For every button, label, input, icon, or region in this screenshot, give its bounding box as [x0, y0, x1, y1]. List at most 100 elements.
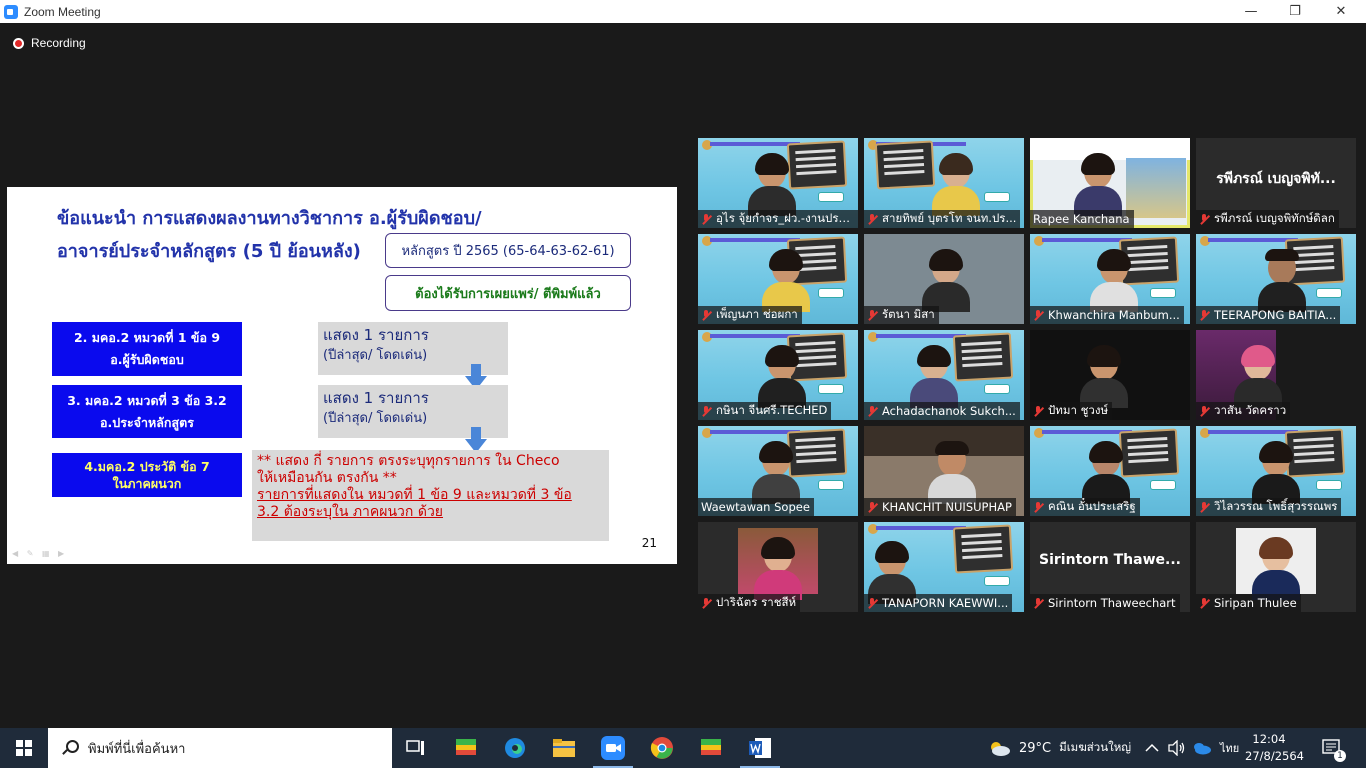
participant-tile[interactable]: รพีภรณ์ เบญจพิทั... รพีภรณ์ เบญจพิทักษ์ด…: [1196, 138, 1356, 228]
recording-indicator[interactable]: Recording: [13, 36, 86, 50]
input-language-indicator[interactable]: ไทย: [1220, 728, 1239, 768]
participant-name: คณิน อั๋นประเสริฐ: [1048, 499, 1136, 513]
chevron-up-icon[interactable]: [1145, 728, 1159, 768]
start-button[interactable]: [0, 728, 48, 768]
bluestacks-icon[interactable]: [454, 736, 478, 760]
participant-display-name: Sirintorn Thawe...: [1039, 552, 1181, 568]
mic-muted-icon: [701, 213, 711, 225]
sticker-decoration: [818, 288, 844, 298]
mic-muted-icon: [1199, 597, 1209, 609]
cloud-icon: [991, 742, 1010, 756]
participant-name: วิไลวรรณ โพธิ์สุวรรณพร: [1214, 499, 1338, 513]
participant-tile[interactable]: Waewtawan Sopee: [698, 426, 858, 516]
item-box-2: 3. มคอ.2 หมวดที่ 3 ข้อ 3.2 อ.ประจำหลักสู…: [52, 385, 242, 438]
participant-tile[interactable]: Sirintorn Thawe... Sirintorn Thaweechart: [1030, 522, 1190, 612]
clock-time: 12:04: [1252, 732, 1286, 746]
participant-name-bar: Sirintorn Thaweechart: [1030, 594, 1180, 612]
participant-name-bar: TEERAPONG BAITIA...: [1196, 306, 1341, 324]
participant-tile[interactable]: วาสัน วัดคราว: [1196, 330, 1356, 420]
participant-tile-active-speaker[interactable]: Rapee Kanchana: [1030, 138, 1190, 228]
mic-muted-icon: [1033, 597, 1043, 609]
onedrive-icon[interactable]: [1192, 728, 1212, 768]
participant-video: [758, 345, 806, 408]
file-explorer-icon[interactable]: [552, 736, 576, 760]
speaker-icon[interactable]: [1168, 728, 1186, 768]
note-line2: ให้เหมือนกัน ตรงกัน **: [257, 470, 397, 486]
participant-tile[interactable]: สายทิพย์ บุตรโท จนท.ปร...: [864, 138, 1024, 228]
item-box-1-line1: 2. มคอ.2 หมวดที่ 1 ข้อ 9: [73, 330, 221, 345]
item-box-3: 4.มคอ.2 ประวัติ ข้อ 7 ในภาคผนวก: [52, 453, 242, 497]
participant-name: รัตนา มิสา: [882, 307, 935, 321]
participant-tile[interactable]: เพ็ญนภา ช่อผกา: [698, 234, 858, 324]
note-line3: รายการที่แสดงใน หมวดที่ 1 ข้อ 9 และหมวดท…: [257, 487, 572, 503]
restore-button[interactable]: ❐: [1272, 0, 1318, 23]
participant-tile[interactable]: คณิน อั๋นประเสริฐ: [1030, 426, 1190, 516]
taskbar-clock[interactable]: 12:04 27/8/2564: [1245, 731, 1304, 765]
mic-muted-icon: [1033, 405, 1043, 417]
participant-tile[interactable]: กษินา จีนศรี.TECHED: [698, 330, 858, 420]
item-box-3-line2: ในภาคผนวก: [112, 476, 182, 491]
participant-tile[interactable]: วิไลวรรณ โพธิ์สุวรรณพร: [1196, 426, 1356, 516]
sticker-decoration: [818, 384, 844, 394]
participant-tile[interactable]: TANAPORN KAEWWI...: [864, 522, 1024, 612]
participant-tile[interactable]: ปาริฉัตร ราชสีห์: [698, 522, 858, 612]
sticker-decoration: [1150, 288, 1176, 298]
participant-name: Rapee Kanchana: [1033, 212, 1130, 226]
edge-icon[interactable]: [503, 736, 527, 760]
item-box-2-line1: 3. มคอ.2 หมวดที่ 3 ข้อ 3.2: [67, 392, 227, 408]
participant-name: TANAPORN KAEWWI...: [882, 596, 1009, 610]
sticker-decoration: [984, 384, 1010, 394]
mic-muted-icon: [701, 597, 711, 609]
participant-name-bar: TANAPORN KAEWWI...: [864, 594, 1013, 612]
participant-tile[interactable]: TEERAPONG BAITIA...: [1196, 234, 1356, 324]
taskbar-search-box[interactable]: พิมพ์ที่นี่เพื่อค้นหา: [48, 728, 392, 768]
participant-tile[interactable]: ปัทมา ชูวงษ์: [1030, 330, 1190, 420]
minimize-button[interactable]: —: [1228, 0, 1274, 23]
mic-muted-icon: [1199, 405, 1209, 417]
participant-name: เพ็ญนภา ช่อผกา: [716, 307, 798, 321]
participant-name-bar: สายทิพย์ บุตรโท จนท.ปร...: [864, 210, 1021, 228]
item-box-2-line2: อ.ประจำหลักสูตร: [100, 414, 194, 430]
mic-muted-icon: [867, 405, 877, 417]
weather-widget[interactable]: 29°C มีเมฆส่วนใหญ่: [987, 728, 1131, 768]
participant-name: วาสัน วัดคราว: [1214, 403, 1287, 417]
window-titlebar: Zoom Meeting — ❐ ✕: [0, 0, 1366, 23]
item-box-3-line1: 4.มคอ.2 ประวัติ ข้อ 7: [84, 459, 210, 474]
participant-tile[interactable]: Achadachanok Sukch...: [864, 330, 1024, 420]
participant-name-bar: Achadachanok Sukch...: [864, 402, 1020, 420]
task-view-icon[interactable]: [404, 736, 428, 760]
blackboard-decoration: [786, 140, 848, 190]
blackboard-decoration: [952, 332, 1014, 382]
mic-muted-icon: [701, 405, 711, 417]
notification-center-button[interactable]: 1: [1322, 728, 1346, 768]
bluestacks-icon[interactable]: [699, 736, 723, 760]
mic-muted-icon: [867, 597, 877, 609]
search-icon: [62, 740, 79, 756]
participant-tile[interactable]: Khwanchira Manbum...: [1030, 234, 1190, 324]
slide-page-number: 21: [641, 536, 657, 550]
note-line4: 3.2 ต้องระบุใน ภาคผนวก ด้วย: [257, 504, 444, 520]
participant-name-bar: รัตนา มิสา: [864, 306, 939, 324]
weather-description: มีเมฆส่วนใหญ่: [1059, 740, 1132, 754]
clock-date: 27/8/2564: [1245, 749, 1304, 763]
show-box-1-line2: (ปีล่าสุด/ โดดเด่น): [323, 348, 428, 363]
chrome-icon[interactable]: [650, 736, 674, 760]
participant-name-bar: วิไลวรรณ โพธิ์สุวรรณพร: [1196, 498, 1342, 516]
show-box-1-line1: แสดง 1 รายการ: [323, 326, 429, 344]
participant-name: Achadachanok Sukch...: [882, 404, 1016, 418]
participant-tile[interactable]: รัตนา มิสา: [864, 234, 1024, 324]
participant-tile[interactable]: Siripan Thulee: [1196, 522, 1356, 612]
slideshow-toolbar-icon[interactable]: ◀ ✎ ▦ ▶: [12, 549, 67, 558]
participant-tile[interactable]: KHANCHIT NUISUPHAP: [864, 426, 1024, 516]
zoom-icon[interactable]: [601, 736, 625, 760]
participant-video: [754, 537, 802, 600]
participant-name: สายทิพย์ บุตรโท จนท.ปร...: [882, 211, 1017, 225]
participant-tile[interactable]: อุไร จุ้ยกำจร_ฝว.-งานประ...: [698, 138, 858, 228]
participant-video: [1252, 537, 1300, 600]
item-box-1-line2: อ.ผู้รับผิดชอบ: [110, 352, 184, 367]
participant-video: [1258, 249, 1306, 312]
participant-name: Waewtawan Sopee: [701, 500, 810, 514]
word-icon[interactable]: [748, 736, 772, 760]
close-button[interactable]: ✕: [1318, 0, 1364, 23]
blackboard-decoration: [874, 140, 936, 190]
